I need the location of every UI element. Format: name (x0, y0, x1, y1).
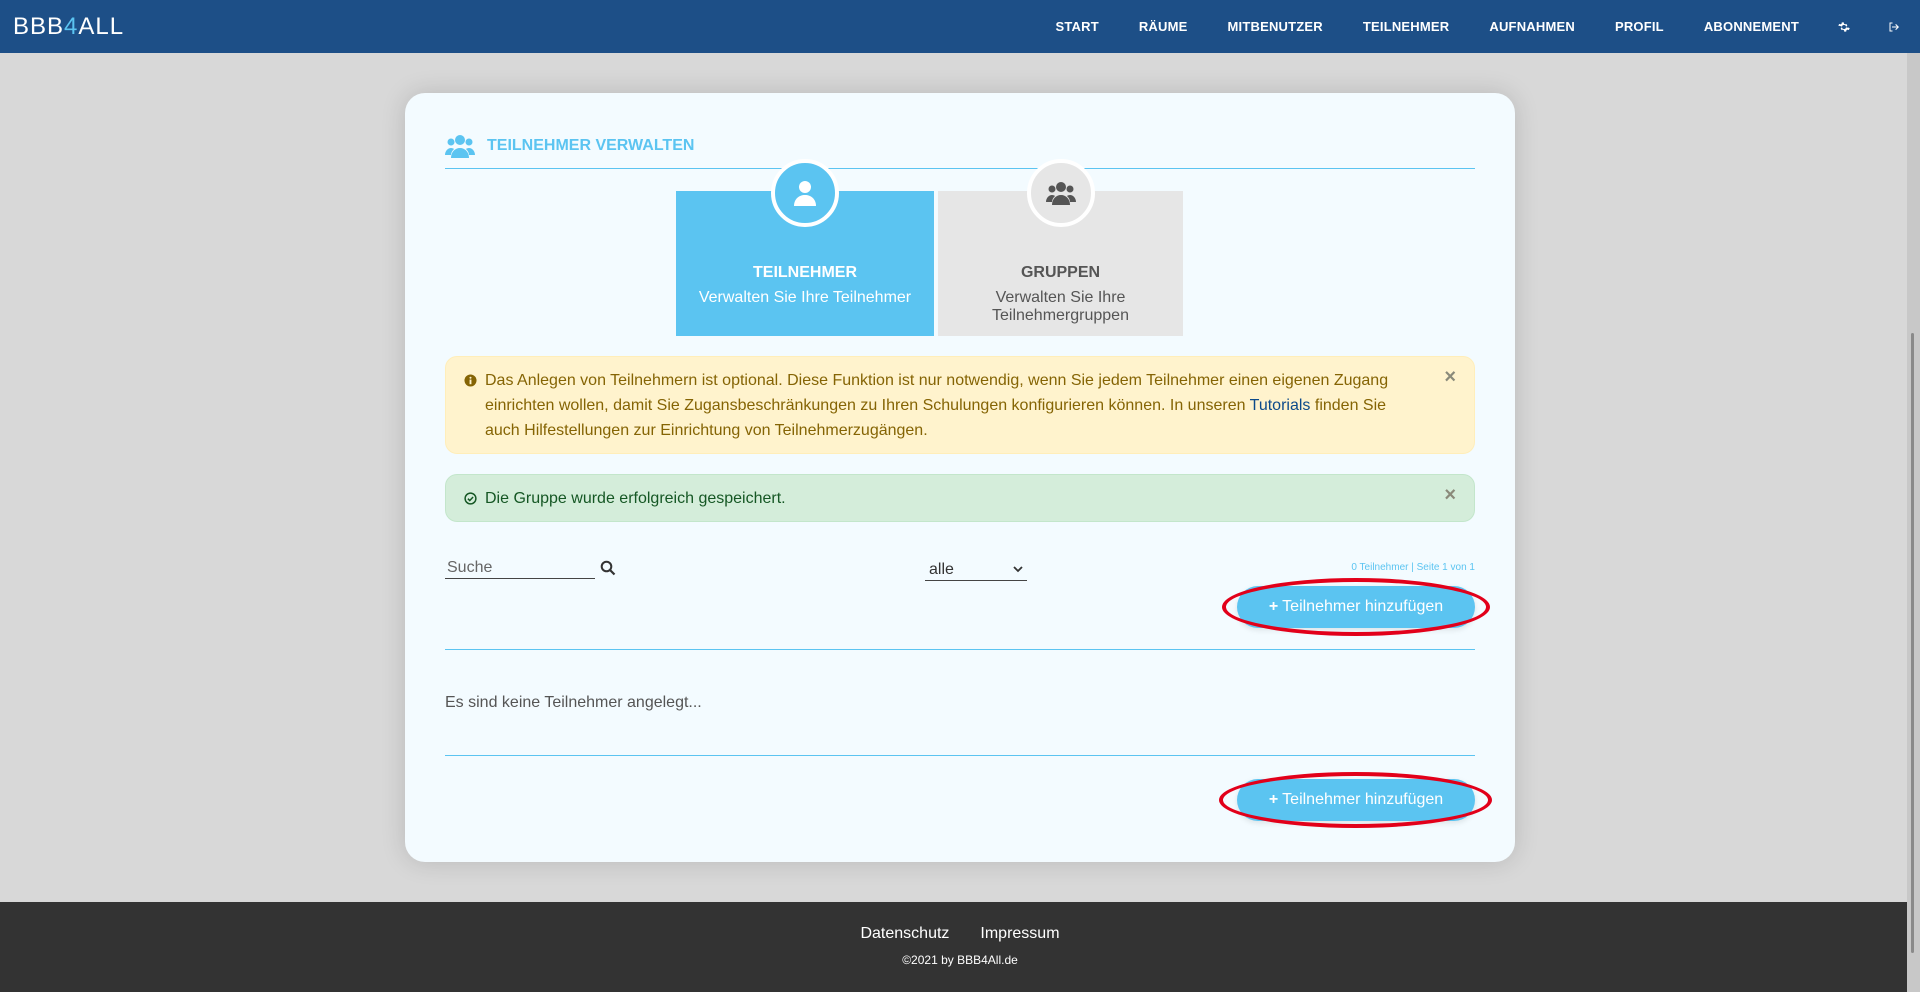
tab-gruppen[interactable]: GRUPPEN Verwalten Sie Ihre Teilnehmergru… (934, 159, 1183, 336)
users-group-icon (445, 135, 475, 158)
search-field (445, 557, 595, 579)
tab-teilnehmer-badge (771, 159, 839, 227)
footer-link-impressum[interactable]: Impressum (980, 925, 1059, 943)
empty-list-message: Es sind keine Teilnehmer angelegt... (445, 694, 702, 711)
search-icon[interactable] (600, 560, 616, 576)
search-input[interactable] (445, 557, 595, 579)
tab-teilnehmer[interactable]: TEILNEHMER Verwalten Sie Ihre Teilnehmer (676, 159, 934, 336)
add-teilnehmer-button-top[interactable]: + Teilnehmer hinzufügen (1237, 586, 1475, 628)
tab-gruppen-title: GRUPPEN (1020, 264, 1101, 281)
scrollbar-thumb[interactable] (1911, 333, 1914, 953)
top-navbar: BBB4ALL START RÄUME MITBENUTZER TEILNEHM… (0, 0, 1920, 53)
logout-icon (1889, 22, 1899, 31)
filter-select-value: alle (929, 560, 954, 578)
tab-teilnehmer-title: TEILNEHMER (753, 264, 857, 281)
tutorials-link[interactable]: Tutorials (1250, 397, 1311, 414)
nav-menu: START RÄUME MITBENUTZER TEILNEHMER AUFNA… (1035, 0, 1920, 53)
settings-button[interactable] (1819, 21, 1869, 33)
main-card: TEILNEHMER VERWALTEN TEILNEHMER Verwalte… (405, 93, 1515, 862)
section-header: TEILNEHMER VERWALTEN (445, 131, 1475, 169)
tab-gruppen-badge (1026, 159, 1095, 227)
nav-item-teilnehmer[interactable]: TEILNEHMER (1343, 19, 1470, 34)
success-alert-text: Die Gruppe wurde erfolgreich gespeichert… (485, 490, 786, 507)
nav-item-mitbenutzer[interactable]: MITBENUTZER (1208, 19, 1343, 34)
page-footer: Datenschutz Impressum ©2021 by BBB4All.d… (0, 902, 1920, 992)
footer-links: Datenschutz Impressum (0, 925, 1920, 943)
filter-select[interactable]: alle (925, 559, 1027, 581)
gear-icon (1838, 21, 1850, 32)
logo-part-bbb: BBB (13, 13, 65, 40)
info-circle-icon (464, 374, 477, 387)
nav-item-profil[interactable]: PROFIL (1595, 19, 1684, 34)
nav-item-raeume[interactable]: RÄUME (1119, 19, 1208, 34)
pager-info: 0 Teilnehmer | Seite 1 von 1 (1351, 562, 1475, 573)
add-teilnehmer-label: Teilnehmer hinzufügen (1282, 791, 1444, 808)
tab-gruppen-subtitle: Verwalten Sie Ihre Teilnehmergruppen (992, 289, 1129, 324)
close-success-alert-button[interactable]: × (1444, 485, 1456, 505)
page-title: TEILNEHMER VERWALTEN (487, 137, 695, 154)
success-alert: Die Gruppe wurde erfolgreich gespeichert… (445, 474, 1475, 522)
nav-item-abonnement[interactable]: ABONNEMENT (1684, 19, 1819, 34)
chevron-down-icon (1013, 566, 1023, 573)
plus-icon: + (1268, 598, 1279, 615)
check-circle-icon (464, 492, 477, 505)
add-teilnehmer-button-bottom[interactable]: + Teilnehmer hinzufügen (1237, 779, 1475, 821)
users-group-icon (1045, 182, 1076, 205)
close-info-alert-button[interactable]: × (1444, 367, 1456, 387)
page-scrollbar[interactable] (1907, 53, 1920, 992)
brand-logo[interactable]: BBB4ALL (13, 13, 124, 41)
nav-item-aufnahmen[interactable]: AUFNAHMEN (1469, 19, 1595, 34)
add-teilnehmer-label: Teilnehmer hinzufügen (1282, 598, 1444, 615)
info-alert: Das Anlegen von Teilnehmern ist optional… (445, 356, 1475, 454)
tab-teilnehmer-subtitle: Verwalten Sie Ihre Teilnehmer (698, 289, 912, 306)
plus-icon: + (1268, 791, 1279, 808)
copyright-text: ©2021 by BBB4All.de (902, 953, 1018, 967)
logo-part-4: 4 (64, 13, 79, 40)
nav-item-start[interactable]: START (1035, 19, 1118, 34)
user-icon (794, 181, 816, 206)
logo-part-all: ALL (78, 13, 125, 40)
list-divider-bottom (445, 755, 1475, 756)
footer-link-datenschutz[interactable]: Datenschutz (860, 925, 949, 943)
logout-button[interactable] (1869, 21, 1920, 33)
list-divider-top (445, 649, 1475, 650)
